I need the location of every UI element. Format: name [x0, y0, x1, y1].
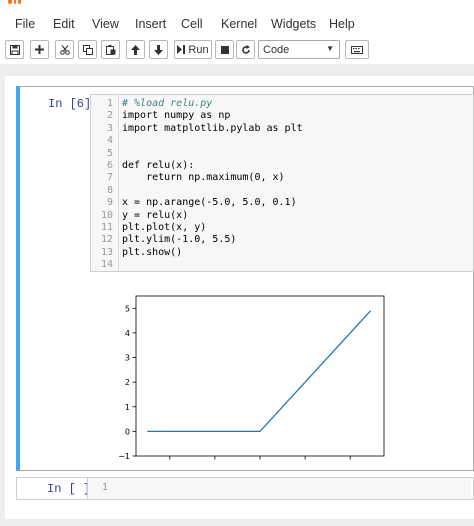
cut-button[interactable]	[55, 40, 74, 59]
line-number-gutter: 1 2 3 4 5 6 7 8 9 10 11 12 13 14	[91, 95, 119, 271]
run-button[interactable]: Run	[174, 40, 212, 59]
code-line: plt.plot(x, y)	[122, 222, 207, 233]
code-line: return np.maximum(0, x)	[122, 172, 285, 184]
cell-type-value: Code	[263, 44, 290, 56]
menu-insert[interactable]: Insert	[135, 17, 166, 31]
save-icon	[9, 44, 20, 55]
line-number: 8	[106, 184, 113, 196]
cell-type-select[interactable]: Code ▼	[258, 40, 340, 59]
move-up-button[interactable]	[126, 40, 145, 59]
line-number: 7	[106, 172, 113, 184]
menu-help[interactable]: Help	[329, 17, 355, 31]
line-number: 11	[100, 222, 113, 233]
line-number: 14	[100, 259, 113, 271]
paste-button[interactable]	[101, 40, 120, 59]
move-down-button[interactable]	[149, 40, 168, 59]
plus-icon	[35, 45, 44, 54]
code-line: # %load relu.py	[122, 98, 213, 109]
separator	[0, 64, 474, 76]
y-tick-label: 5	[125, 304, 130, 313]
code-line: import matplotlib.pylab as plt	[122, 122, 303, 134]
line-number: 6	[106, 160, 113, 171]
relu-plot: −4−2024−1012345	[118, 295, 385, 472]
y-tick-label: 2	[125, 378, 130, 387]
restart-button[interactable]	[236, 40, 255, 59]
menu-edit[interactable]: Edit	[53, 17, 75, 31]
refresh-icon	[241, 44, 250, 54]
line-number: 1	[106, 98, 113, 109]
interrupt-button[interactable]	[215, 40, 234, 59]
line-number: 13	[100, 246, 113, 258]
toolbar: Run Code ▼	[0, 36, 474, 65]
code-editor[interactable]: 1 2 3 4 5 6 7 8 9 10 11 12 13 14 # %load…	[90, 94, 474, 272]
y-tick-label: 3	[125, 354, 130, 363]
menu-bar: File Edit View Insert Cell Kernel Widget…	[0, 8, 474, 37]
keyboard-icon	[351, 45, 363, 54]
step-forward-icon	[177, 45, 186, 54]
scissors-icon	[59, 44, 70, 55]
y-tick-label: 0	[125, 427, 130, 436]
line-number: 5	[106, 147, 113, 159]
y-tick-label: 1	[125, 403, 130, 412]
code-line: plt.show()	[122, 246, 183, 258]
run-label: Run	[188, 43, 209, 56]
copy-button[interactable]	[78, 40, 97, 59]
notebook-container: In [6]: 1 2 3 4 5 6 7 8 9 10 11 12 13 14…	[5, 76, 474, 526]
line-number: 1	[101, 482, 108, 493]
bottom-strip	[0, 519, 474, 526]
line-number: 2	[106, 110, 113, 122]
menu-file[interactable]: File	[15, 17, 35, 31]
code-line: import numpy as np	[122, 110, 231, 122]
line-number: 9	[106, 197, 113, 209]
save-button[interactable]	[5, 40, 24, 59]
line-number: 10	[100, 209, 113, 221]
menu-kernel[interactable]: Kernel	[221, 17, 257, 31]
code-line: y = relu(x)	[122, 209, 189, 221]
y-tick-label: 4	[125, 329, 130, 338]
code-line: x = np.arange(-5.0, 5.0, 0.1)	[122, 197, 297, 209]
copy-icon	[82, 44, 93, 55]
insert-cell-button[interactable]	[30, 40, 49, 59]
menu-view[interactable]: View	[92, 17, 119, 31]
line-number: 3	[106, 122, 113, 134]
code-line: plt.ylim(-1.0, 5.5)	[122, 234, 237, 246]
code-cell-empty[interactable]: In [ ]: 1	[16, 477, 474, 500]
menu-widgets[interactable]: Widgets	[271, 17, 316, 31]
jupyter-logo-icon	[8, 0, 22, 5]
line-number: 12	[100, 234, 113, 246]
arrow-up-icon	[131, 44, 140, 55]
menu-cell[interactable]: Cell	[181, 17, 203, 31]
code-editor[interactable]: 1	[87, 478, 471, 499]
line-number: 4	[106, 135, 113, 147]
stop-icon	[220, 45, 229, 54]
y-tick-label: −1	[118, 452, 130, 461]
arrow-down-icon	[154, 44, 163, 55]
paste-icon	[105, 44, 115, 55]
cell-output: −4−2024−1012345	[90, 282, 390, 472]
code-line: def relu(x):	[122, 160, 195, 171]
header-strip	[0, 0, 474, 8]
code-cell-selected[interactable]: In [6]: 1 2 3 4 5 6 7 8 9 10 11 12 13 14…	[16, 86, 474, 472]
caret-down-icon: ▼	[326, 44, 334, 53]
command-palette-button[interactable]	[345, 40, 369, 59]
